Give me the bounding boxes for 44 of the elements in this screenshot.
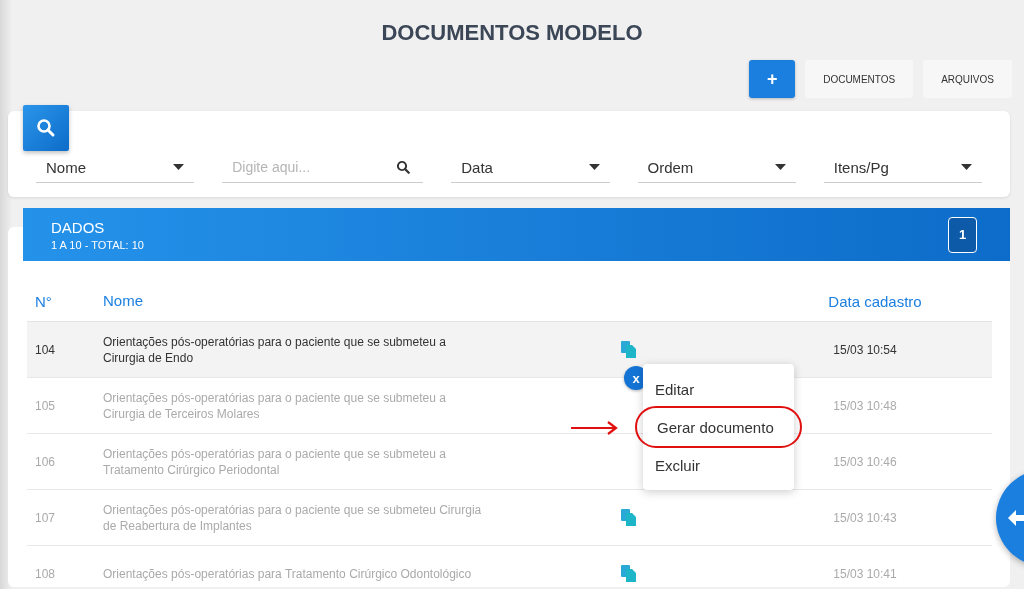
filter-dropdown[interactable]: Itens/Pg (823, 152, 982, 183)
table-cell-text: 105 (34, 398, 57, 413)
search-field[interactable]: Digite aqui... (222, 152, 424, 183)
nav-button[interactable]: DOCUMENTOS (805, 60, 914, 98)
column-header: Data cadastro (827, 292, 923, 310)
search-toggle-button[interactable] (23, 105, 69, 151)
record-count: 1 A 10 - TOTAL: 10 (51, 238, 144, 251)
column-header: Nome (103, 293, 144, 309)
column-header: N° (34, 292, 53, 310)
filter-dropdown[interactable]: Nome (36, 152, 195, 183)
table-cell-text: 15/03 10:43 (832, 510, 898, 525)
table-cell-text: 15/03 10:54 (832, 342, 898, 357)
table-cell-text: 15/03 10:46 (832, 454, 898, 469)
copy-icon[interactable] (620, 341, 636, 358)
table-cell-text: Orientações pós-operatórias para o paciente que se submeteu a Cirurgia de Endo (103, 333, 447, 366)
table-cell-text: 107 (34, 510, 57, 525)
copy-icon[interactable] (620, 509, 636, 526)
page-title: DOCUMENTOS MODELO (380, 19, 644, 47)
back-arrow-icon (1006, 508, 1024, 528)
search-icon (36, 118, 56, 138)
table-cell-text: 15/03 10:48 (832, 398, 898, 413)
caret-icon (588, 164, 600, 170)
table-cell-text: Orientações pós-operatórias para o paciente que se submeteu a Tratamento Cirúrgico Periodontal (103, 445, 447, 478)
caret-icon (774, 164, 786, 170)
filter-dropdown[interactable]: Ordem (637, 152, 796, 183)
page-button[interactable]: 1 (948, 216, 977, 253)
table-cell-text: 106 (34, 454, 57, 469)
table-cell-text: Orientações pós-operatórias para Tratamento Cirúrgico Odontológico (103, 565, 473, 582)
table-cell-text: 104 (34, 342, 57, 357)
table-cell-text: Orientações pós-operatórias para o paciente que se submeteu Cirurgia de Reabertura de Implantes (103, 501, 483, 534)
menu-item[interactable]: Excluir (643, 446, 794, 484)
menu-item[interactable]: Gerar documento (635, 406, 802, 448)
nav-button[interactable]: ARQUIVOS (923, 60, 1012, 98)
table-cell-text: Orientações pós-operatórias para o paciente que se submeteu a Cirurgia de Terceiros Molares (103, 389, 447, 422)
annotation-arrow (570, 420, 618, 436)
search-icon (396, 160, 412, 175)
panel-title: DADOS (51, 218, 106, 236)
add-button[interactable]: + (749, 60, 796, 98)
table-cell-text: 15/03 10:41 (832, 566, 898, 581)
caret-icon (173, 164, 185, 170)
table-cell-text: 108 (34, 566, 57, 581)
copy-icon[interactable] (620, 565, 636, 582)
filter-dropdown[interactable]: Data (451, 152, 610, 183)
caret-icon (961, 164, 972, 170)
